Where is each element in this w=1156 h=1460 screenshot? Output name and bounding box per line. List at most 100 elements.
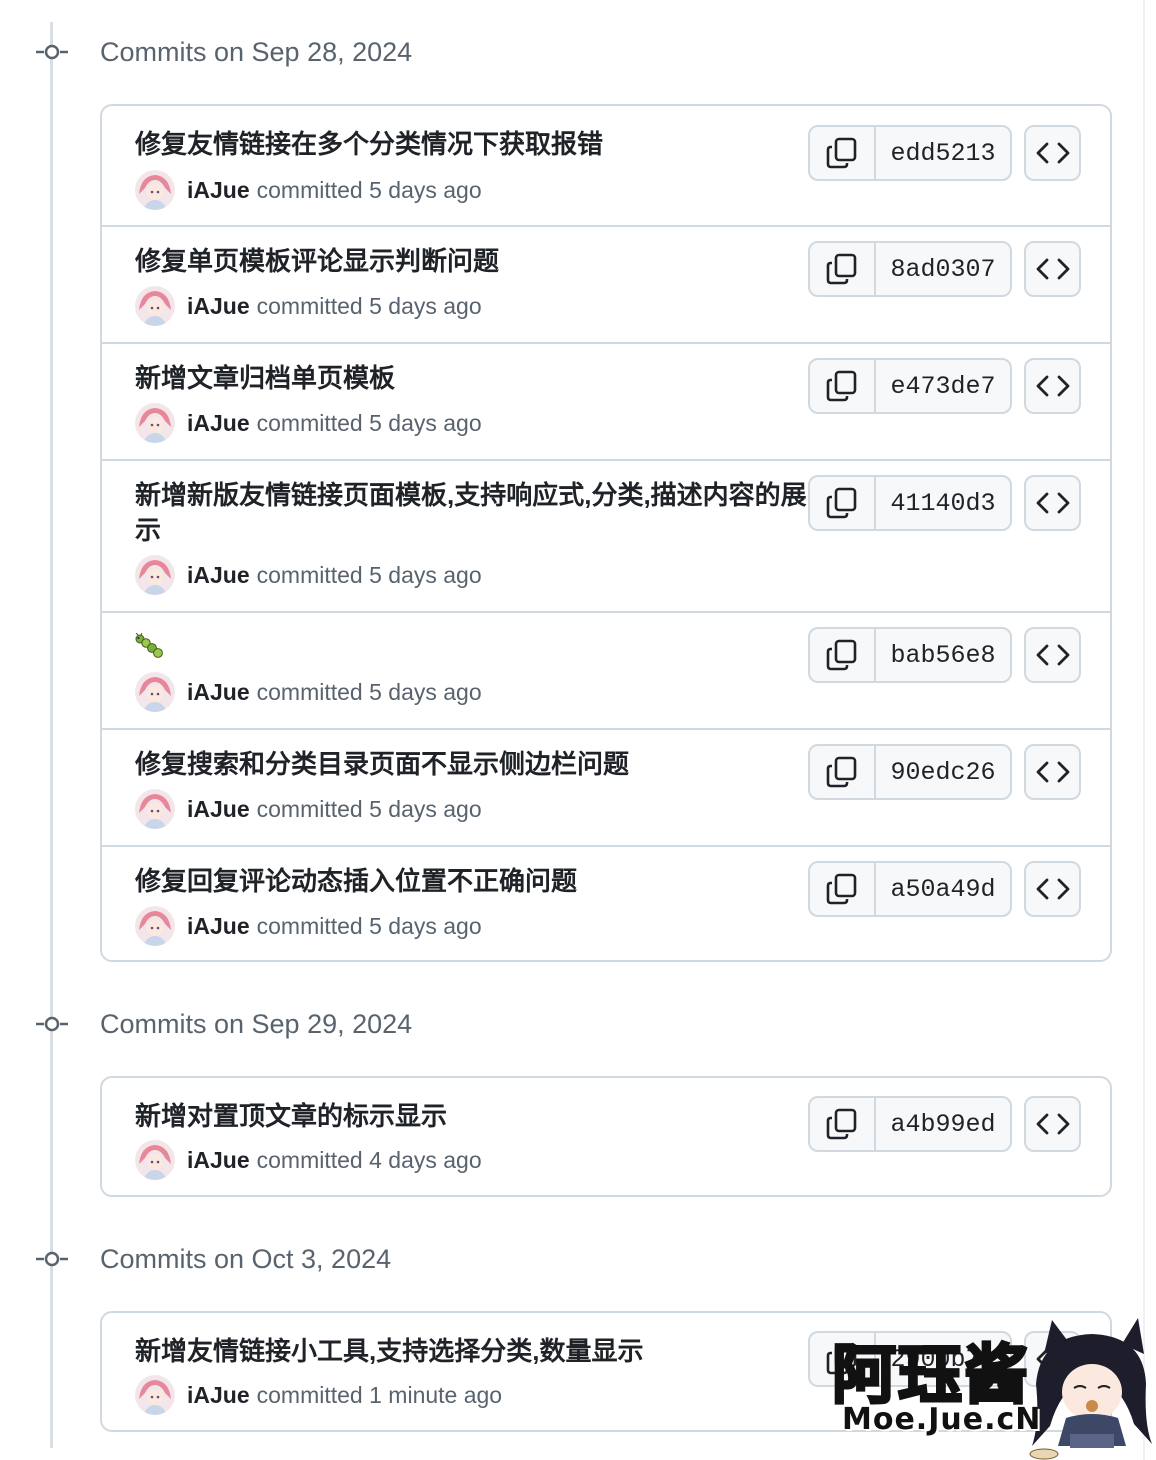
commit-meta: iAJue committed 5 days ago — [135, 170, 482, 210]
copy-icon — [826, 487, 857, 519]
commit-author[interactable]: iAJue — [187, 796, 250, 823]
copy-sha-button[interactable] — [810, 127, 876, 179]
commit-author[interactable]: iAJue — [187, 1147, 250, 1174]
commit-meta: iAJue committed 5 days ago — [135, 286, 482, 326]
sha-button-group: a4b99ed — [808, 1096, 1012, 1152]
commit-message[interactable]: 新增对置顶文章的标示显示 — [135, 1099, 815, 1134]
copy-sha-button[interactable] — [810, 477, 876, 529]
commit-sha-link[interactable]: edd5213 — [876, 127, 1010, 179]
commit-message[interactable]: 新增文章归档单页模板 — [135, 361, 815, 396]
avatar[interactable] — [135, 789, 175, 829]
commit-message[interactable]: 修复回复评论动态插入位置不正确问题 — [135, 864, 815, 899]
code-icon — [1036, 258, 1069, 280]
copy-icon — [826, 137, 857, 169]
code-icon — [1036, 761, 1069, 783]
browse-repo-button[interactable] — [1024, 475, 1081, 531]
commit-time: committed 5 days ago — [256, 409, 482, 436]
commit-sha-link[interactable]: 90edc26 — [876, 746, 1010, 798]
commit-message[interactable]: 修复单页模板评论显示判断问题 — [135, 244, 815, 279]
browse-repo-button[interactable] — [1024, 358, 1081, 414]
browse-repo-button[interactable] — [1024, 861, 1081, 917]
copy-icon — [826, 1108, 857, 1140]
copy-sha-button[interactable] — [810, 746, 876, 798]
commit-group: 新增对置顶文章的标示显示 iAJue committed 4 days ago … — [100, 1076, 1112, 1197]
sha-button-group: e473de7 — [808, 358, 1012, 414]
commit-row: 修复回复评论动态插入位置不正确问题 iAJue committed 5 days… — [102, 845, 1110, 960]
commit-row: 修复单页模板评论显示判断问题 iAJue committed 5 days ag… — [102, 225, 1110, 342]
commit-author[interactable]: iAJue — [187, 410, 250, 437]
commit-sha-link[interactable]: 41140d3 — [876, 477, 1010, 529]
commit-day-header: Commits on Sep 29, 2024 — [0, 1004, 1140, 1044]
avatar[interactable] — [135, 1375, 175, 1415]
commit-time: committed 5 days ago — [256, 795, 482, 822]
commit-message[interactable]: 修复搜索和分类目录页面不显示侧边栏问题 — [135, 747, 815, 782]
commit-row: 🐛 iAJue committed 5 days ago bab56e8 — [102, 611, 1110, 728]
copy-sha-button[interactable] — [810, 629, 876, 681]
mascot-icon — [1029, 1318, 1152, 1460]
copy-icon — [826, 873, 857, 905]
browse-repo-button[interactable] — [1024, 1096, 1081, 1152]
code-icon — [1036, 375, 1069, 397]
commit-meta: iAJue committed 5 days ago — [135, 789, 482, 829]
avatar[interactable] — [135, 403, 175, 443]
copy-sha-button[interactable] — [810, 1098, 876, 1150]
commit-meta: iAJue committed 1 minute ago — [135, 1375, 502, 1415]
avatar[interactable] — [135, 286, 175, 326]
browse-repo-button[interactable] — [1024, 627, 1081, 683]
avatar[interactable] — [135, 672, 175, 712]
avatar[interactable] — [135, 1140, 175, 1180]
sha-button-group: 41140d3 — [808, 475, 1012, 531]
page-edge — [1143, 0, 1145, 1460]
commit-time: committed 5 days ago — [256, 561, 482, 588]
sha-button-group: a50a49d — [808, 861, 1012, 917]
code-icon — [1036, 142, 1069, 164]
commit-author[interactable]: iAJue — [187, 1382, 250, 1409]
commit-row: 修复友情链接在多个分类情况下获取报错 iAJue committed 5 day… — [102, 106, 1110, 225]
copy-icon — [826, 639, 857, 671]
avatar[interactable] — [135, 170, 175, 210]
sha-button-group: bab56e8 — [808, 627, 1012, 683]
commit-row: 新增对置顶文章的标示显示 iAJue committed 4 days ago … — [102, 1078, 1110, 1195]
commit-author[interactable]: iAJue — [187, 177, 250, 204]
commit-message[interactable]: 修复友情链接在多个分类情况下获取报错 — [135, 127, 815, 162]
code-icon — [1036, 492, 1069, 514]
copy-icon — [826, 756, 857, 788]
avatar[interactable] — [135, 906, 175, 946]
avatar[interactable] — [135, 555, 175, 595]
copy-sha-button[interactable] — [810, 360, 876, 412]
commit-day-title: Commits on Oct 3, 2024 — [100, 1244, 392, 1274]
code-icon — [1036, 644, 1069, 666]
browse-repo-button[interactable] — [1024, 241, 1081, 297]
commit-author[interactable]: iAJue — [187, 293, 250, 320]
commit-sha-link[interactable]: 8ad0307 — [876, 243, 1010, 295]
git-commit-icon — [36, 1251, 68, 1267]
browse-repo-button[interactable] — [1024, 744, 1081, 800]
commit-time: committed 4 days ago — [256, 1146, 482, 1173]
commit-group: 修复友情链接在多个分类情况下获取报错 iAJue committed 5 day… — [100, 104, 1112, 962]
commit-message[interactable]: 新增友情链接小工具,支持选择分类,数量显示 — [135, 1334, 815, 1369]
watermark-subtitle: Moe.Jue.cN — [842, 1402, 1042, 1437]
commit-row: 修复搜索和分类目录页面不显示侧边栏问题 iAJue committed 5 da… — [102, 728, 1110, 845]
commit-row: 新增文章归档单页模板 iAJue committed 5 days ago e4… — [102, 342, 1110, 459]
commit-sha-link[interactable]: a4b99ed — [876, 1098, 1010, 1150]
copy-sha-button[interactable] — [810, 243, 876, 295]
sha-button-group: 90edc26 — [808, 744, 1012, 800]
commit-author[interactable]: iAJue — [187, 679, 250, 706]
git-commit-icon — [36, 1016, 68, 1032]
commit-time: committed 5 days ago — [256, 176, 482, 203]
copy-icon — [826, 370, 857, 402]
copy-sha-button[interactable] — [810, 863, 876, 915]
commit-author[interactable]: iAJue — [187, 562, 250, 589]
browse-repo-button[interactable] — [1024, 125, 1081, 181]
commit-sha-link[interactable]: a50a49d — [876, 863, 1010, 915]
commit-message[interactable]: 新增新版友情链接页面模板,支持响应式,分类,描述内容的展示 — [135, 478, 815, 548]
sha-button-group: edd5213 — [808, 125, 1012, 181]
commit-day-title: Commits on Sep 28, 2024 — [100, 37, 413, 67]
commit-day-header: Commits on Sep 28, 2024 — [0, 32, 1140, 72]
bug-emoji-icon — [135, 633, 163, 658]
commit-day-header: Commits on Oct 3, 2024 — [0, 1239, 1140, 1279]
commit-meta: iAJue committed 5 days ago — [135, 555, 482, 595]
commit-sha-link[interactable]: e473de7 — [876, 360, 1010, 412]
commit-author[interactable]: iAJue — [187, 913, 250, 940]
commit-sha-link[interactable]: bab56e8 — [876, 629, 1010, 681]
